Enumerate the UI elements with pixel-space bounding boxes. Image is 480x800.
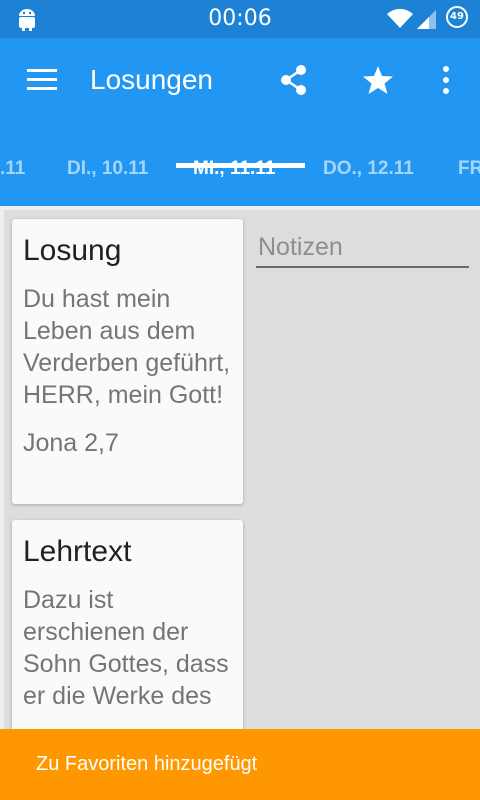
more-vert-icon[interactable] xyxy=(441,66,451,94)
tab-date-thu[interactable]: DO., 12.11 xyxy=(323,144,414,206)
tab-date-prev[interactable]: .11 xyxy=(0,144,25,206)
tab-date-fri[interactable]: FR xyxy=(458,144,480,206)
lehrtext-text: Dazu ist erschienen der Sohn Gottes, das… xyxy=(23,586,229,710)
lehrtext-title: Lehrtext xyxy=(23,535,132,568)
status-bar: 00:06 49 xyxy=(0,0,480,38)
app-title: Losungen xyxy=(90,64,214,95)
losung-card: Losung Du hast mein Leben aus dem Verder… xyxy=(12,219,243,504)
app-bar: Losungen .11 DI., 10.11 MI., 11.11 DO., … xyxy=(0,38,480,206)
menu-icon[interactable] xyxy=(27,67,57,91)
losung-text: Du hast mein Leben aus dem Verderben gef… xyxy=(23,285,231,409)
losung-title: Losung xyxy=(23,234,122,267)
wifi-icon xyxy=(387,8,413,28)
tab-indicator xyxy=(176,163,305,168)
share-icon[interactable] xyxy=(279,64,309,96)
tab-date-tue[interactable]: DI., 10.11 xyxy=(67,144,148,206)
notes-input[interactable] xyxy=(256,228,469,268)
date-tabs: .11 DI., 10.11 MI., 11.11 DO., 12.11 FR xyxy=(0,144,480,206)
losung-reference: Jona 2,7 xyxy=(23,429,119,457)
lehrtext-card: Lehrtext Dazu ist erschienen der Sohn Go… xyxy=(12,520,243,760)
battery-indicator: 49 xyxy=(446,6,468,28)
star-icon[interactable] xyxy=(362,65,394,95)
tab-date-wed[interactable]: MI., 11.11 xyxy=(193,144,275,206)
snackbar: Zu Favoriten hinzugefügt xyxy=(0,729,480,800)
signal-icon xyxy=(417,10,436,29)
